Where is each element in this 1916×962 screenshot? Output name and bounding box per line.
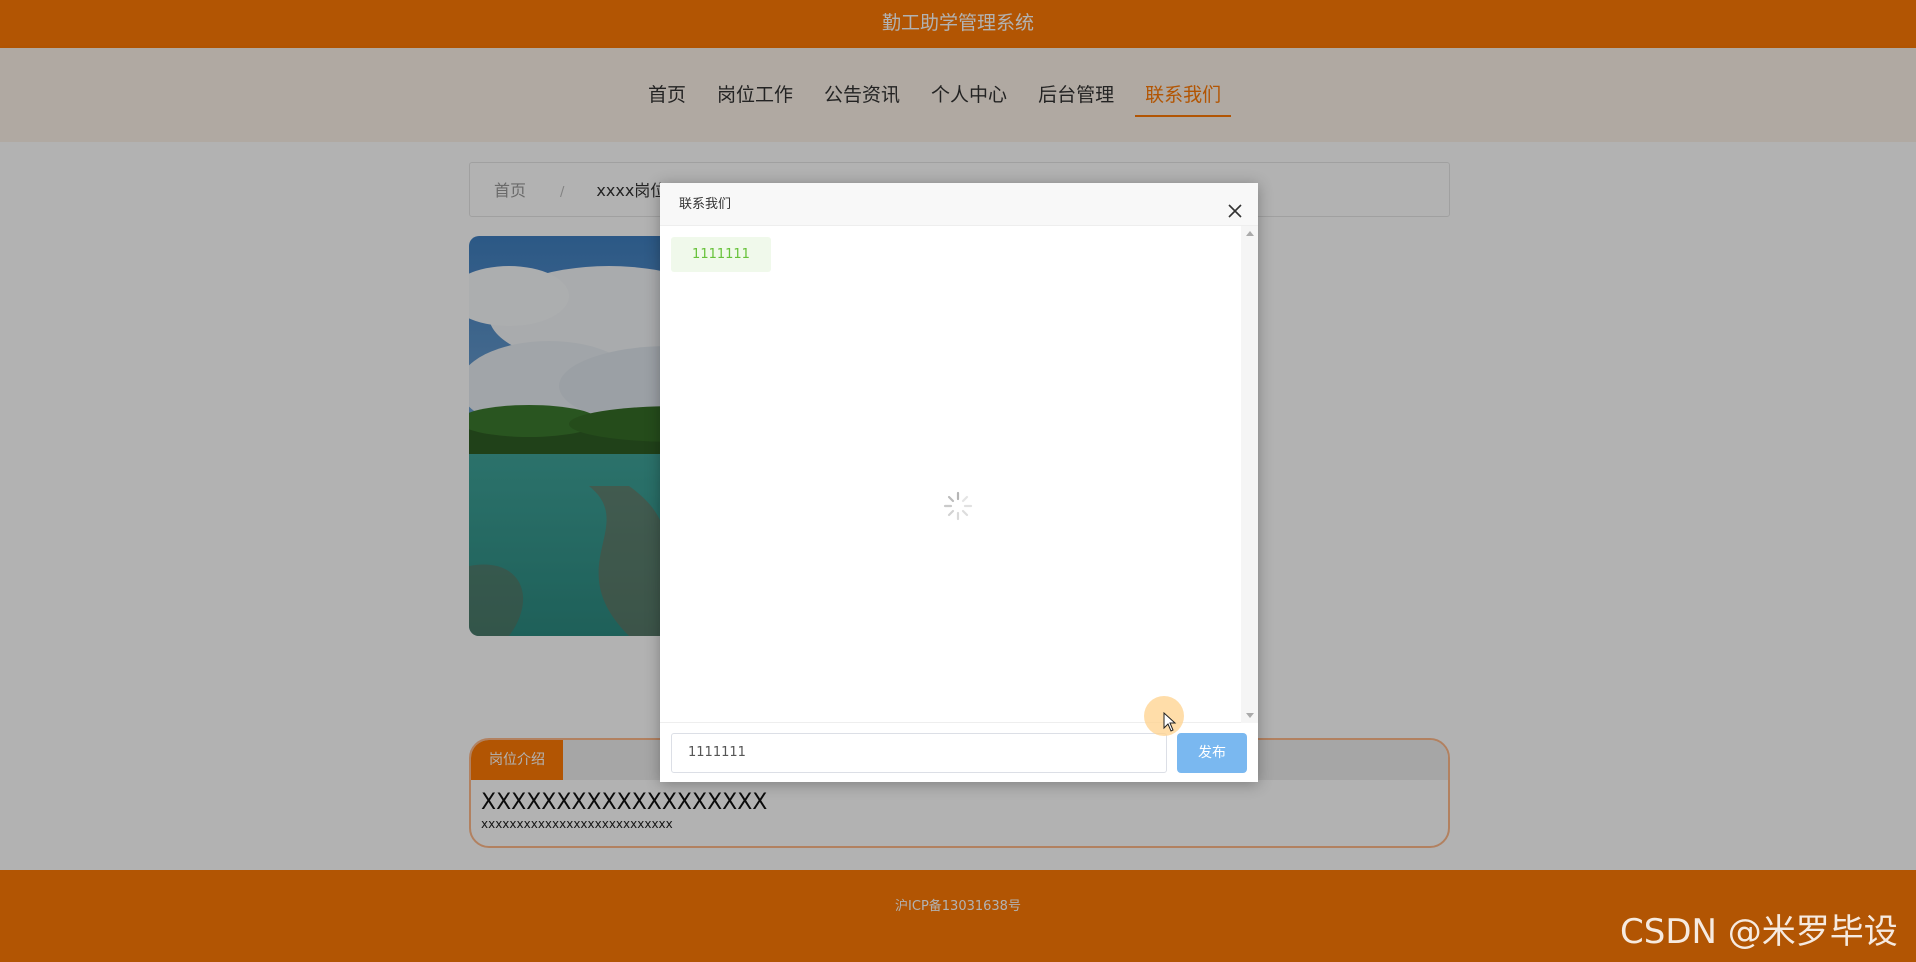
message-scrollbar[interactable] [1241,226,1258,723]
message-bubble: 1111111 [671,237,771,272]
mouse-pointer-icon [1163,711,1177,736]
dialog-header: 联系我们 [660,183,1258,226]
close-icon[interactable] [1226,195,1244,218]
scroll-up-icon[interactable] [1246,231,1254,236]
publish-button[interactable]: 发布 [1177,733,1247,773]
message-list: 1111111 [660,226,1258,723]
watermark: CSDN @米罗毕设 [1620,912,1898,952]
spinner-icon [942,490,974,526]
scroll-down-icon[interactable] [1246,713,1254,718]
message-input[interactable]: 1111111 [671,733,1167,773]
dialog-title: 联系我们 [679,197,732,212]
contact-dialog: 联系我们 1111111 1111111 发布 [660,183,1258,782]
